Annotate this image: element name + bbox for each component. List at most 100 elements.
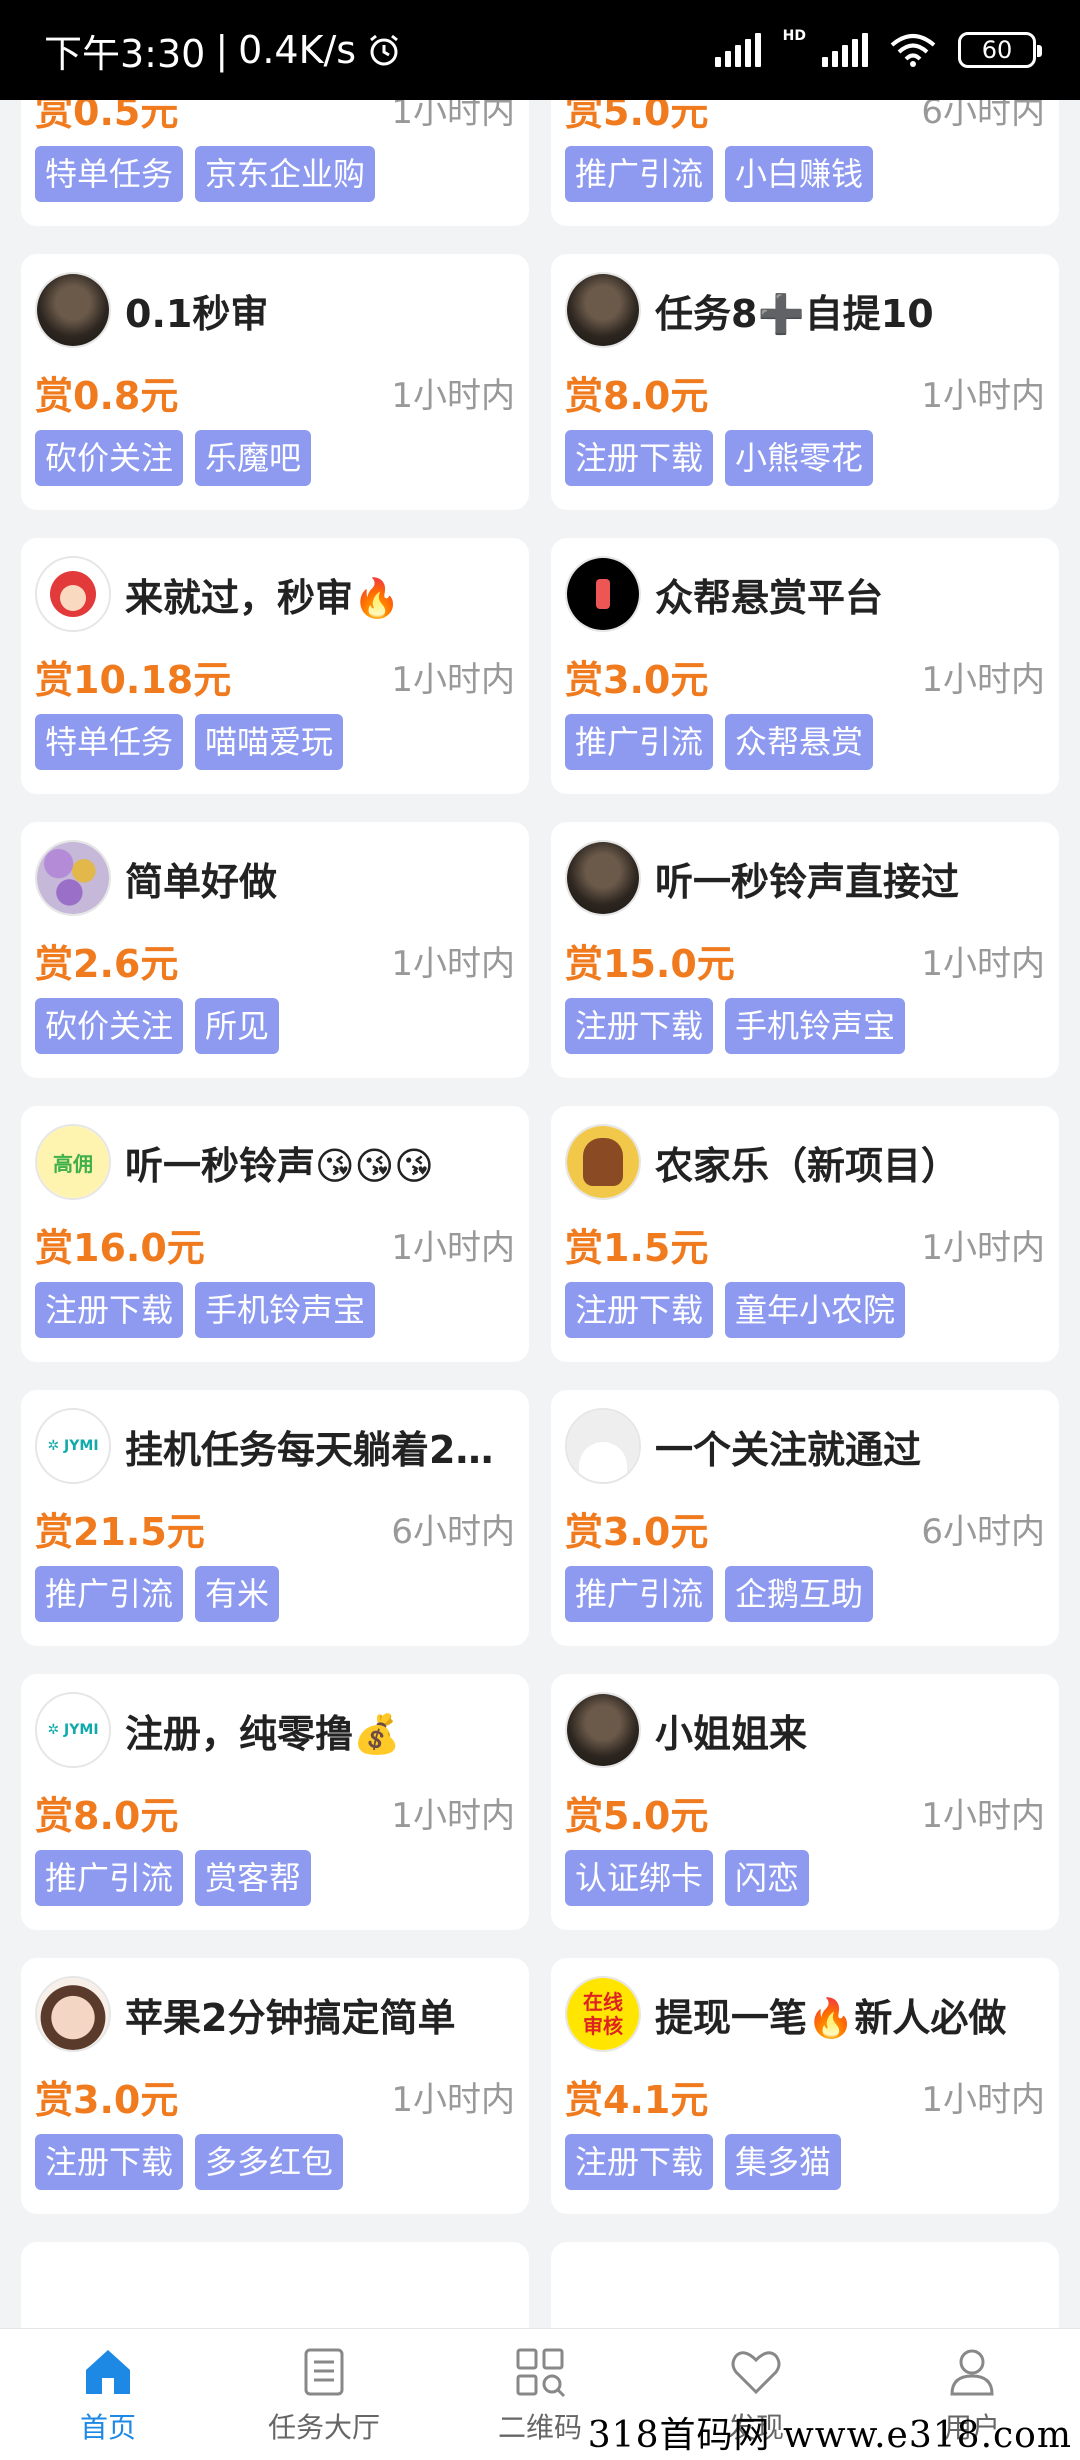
task-card[interactable]: ✲ JYMI 注册，纯零撸💰 赏8.0元 1小时内 推广引流 赏客帮 [21,1674,529,1930]
clock: 下午3:30 [44,31,206,76]
task-title: 任务8➕自提10 [655,291,934,336]
status-right: HD 60 [714,28,1042,68]
task-card[interactable]: 农家乐（新项目） 赏1.5元 1小时内 注册下载 童年小农院 [551,1106,1059,1362]
task-card[interactable]: 任务8➕自提10 赏8.0元 1小时内 注册下载 小熊零花 [551,254,1059,510]
avatar [565,1692,641,1768]
tag: 注册下载 [565,430,714,486]
card-header: 在线审核 提现一笔🔥新人必做 [565,1974,1045,2054]
tag: 注册下载 [565,998,714,1054]
tag: 特单任务 [35,714,184,770]
card-header: 众帮悬赏平台 [565,554,1045,634]
time-limit: 1小时内 [391,1795,515,1836]
nav-label: 二维码 [497,2410,582,2444]
battery-icon: 60 [958,32,1042,68]
tag: 小熊零花 [725,430,874,486]
reward-amount: 赏4.1元 [565,2077,709,2122]
task-card[interactable]: 赏5.0元 6小时内推广引流 小白赚钱 [551,100,1059,226]
task-card[interactable]: 苹果2分钟搞定简单 赏3.0元 1小时内 注册下载 多多红包 [21,1958,529,2214]
task-card[interactable]: 简单好做 赏2.6元 1小时内 砍价关注 所见 [21,822,529,1078]
tag: 认证绑卡 [565,1850,714,1906]
nav-task-hall[interactable]: 任务大厅 [224,2344,424,2446]
avatar [35,840,111,916]
tag: 所见 [195,998,280,1054]
tag: 众帮悬赏 [725,714,874,770]
task-card[interactable]: 在线审核 提现一笔🔥新人必做赏4.1元 1小时内注册下载 集多猫 [551,1958,1059,2214]
tag-list: 砍价关注 乐魔吧 [35,430,515,486]
qr-code-icon [516,2348,566,2397]
task-title: 0.1秒审 [125,291,269,336]
card-info: 赏0.8元 1小时内 [35,364,515,420]
tag-list: 注册下载 手机铃声宝 [565,998,1045,1054]
tag: 企鹅互助 [725,1566,874,1622]
avatar [35,556,111,632]
time-limit: 1小时内 [921,659,1045,700]
heart-icon [731,2350,781,2394]
time-limit: 1小时内 [391,659,515,700]
task-title: 一个关注就通过 [655,1427,922,1472]
task-card[interactable]: 赏0.5元 1小时内 特单任务 京东企业购 [21,100,529,226]
task-card-partial[interactable] [551,2242,1059,2328]
tag-list: 注册下载 集多猫 [565,2134,1045,2190]
time-limit: 1小时内 [391,375,515,416]
home-icon [86,2349,130,2394]
card-header: 听一秒铃声直接过 [565,838,1045,918]
card-info: 赏5.0元 1小时内 [565,1784,1045,1840]
tag-list: 认证绑卡 闪恋 [565,1850,1045,1906]
tag: 手机铃声宝 [725,998,906,1054]
card-info: 赏5.0元 6小时内 [565,100,1045,136]
task-card[interactable]: ✲ JYMI 挂机任务每天躺着20… 赏21.5元 6小时内 推广引流 有米 [21,1390,529,1646]
tag: 多多红包 [195,2134,344,2190]
task-title: 听一秒铃声😘😘😘 [125,1143,434,1188]
time-limit: 1小时内 [391,100,515,132]
tag-list: 推广引流 众帮悬赏 [565,714,1045,770]
tag: 喵喵爱玩 [195,714,344,770]
task-title: 苹果2分钟搞定简单 [125,1995,456,2040]
tag: 推广引流 [565,146,714,202]
tag-list: 特单任务 喵喵爱玩 [35,714,515,770]
task-card[interactable]: 来就过，秒审🔥 赏10.18元 1小时内 特单任务 喵喵爱玩 [21,538,529,794]
card-info: 赏3.0元 6小时内 [565,1500,1045,1556]
user-icon [950,2349,994,2395]
reward-amount: 赏1.5元 [565,1225,709,1270]
reward-amount: 赏8.0元 [35,1793,179,1838]
watermark: 318首码网 www.e318.com [587,2415,1072,2456]
avatar: ✲ JYMI [35,1408,111,1484]
tag: 注册下载 [565,1282,714,1338]
time-limit: 1小时内 [921,2079,1045,2120]
reward-amount: 赏3.0元 [565,657,709,702]
task-card[interactable]: 0.1秒审赏0.8元 1小时内砍价关注 乐魔吧 [21,254,529,510]
card-info: 赏1.5元 1小时内 [565,1216,1045,1272]
task-title: 小姐姐来 [655,1711,808,1756]
tag: 手机铃声宝 [195,1282,376,1338]
battery-level: 60 [981,36,1013,64]
tag: 小白赚钱 [725,146,874,202]
reward-amount: 赏10.18元 [35,657,232,702]
reward-amount: 赏0.8元 [35,373,179,418]
task-card[interactable]: 小姐姐来赏5.0元 1小时内 认证绑卡 闪恋 [551,1674,1059,1930]
avatar: 在线审核 [565,1976,641,2052]
tag: 注册下载 [565,2134,714,2190]
card-info: 赏3.0元 1小时内 [565,648,1045,704]
tag: 砍价关注 [35,430,184,486]
task-card[interactable]: 高佣 听一秒铃声😘😘😘 赏16.0元 1小时内 注册下载 手机铃声宝 [21,1106,529,1362]
separator: | [215,28,229,72]
task-card[interactable]: 众帮悬赏平台赏3.0元 1小时内推广引流 众帮悬赏 [551,538,1059,794]
status-bar: 下午3:30 | 0.4K/s HD 60 [0,0,1080,100]
nav-label: 任务大厅 [267,2410,380,2444]
tag: 闪恋 [725,1850,810,1906]
time-limit: 1小时内 [391,2079,515,2120]
task-card-partial[interactable] [21,2242,529,2328]
reward-amount: 赏15.0元 [565,941,735,986]
time-limit: 6小时内 [921,1511,1045,1552]
status-left: 下午3:30 | 0.4K/s [44,23,402,78]
tag: 推广引流 [565,1566,714,1622]
time-limit: 1小时内 [391,1227,515,1268]
card-info: 赏3.0元 1小时内 [35,2068,515,2124]
tag: 砍价关注 [35,998,184,1054]
task-list[interactable]: 赏0.5元 1小时内 特单任务 京东企业购 赏5.0元 6小时内 推广引流 小白赚钱 0.1秒审… [0,100,1080,2328]
task-card[interactable]: 听一秒铃声直接过赏15.0元 1小时内 注册下载 手机铃声宝 [551,822,1059,1078]
nav-home[interactable]: 首页 [8,2344,208,2446]
card-info: 赏15.0元 1小时内 [565,932,1045,988]
time-limit: 1小时内 [391,943,515,984]
task-card[interactable]: 一个关注就通过赏3.0元 6小时内 推广引流 企鹅互助 [551,1390,1059,1646]
